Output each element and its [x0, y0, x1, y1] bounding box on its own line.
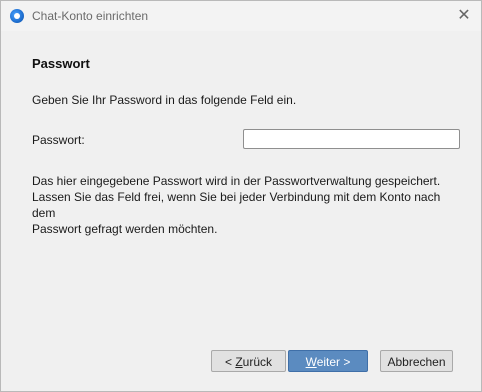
chat-app-icon	[10, 9, 24, 23]
dialog-window: Chat-Konto einrichten ✕ Passwort Geben S…	[0, 0, 482, 392]
back-button-label: urück	[242, 355, 273, 369]
next-button-mnemonic: W	[305, 355, 317, 369]
next-button[interactable]: Weiter >	[288, 350, 368, 372]
password-hint: Das hier eingegebene Passwort wird in de…	[32, 173, 462, 237]
hint-line-1: Das hier eingegebene Passwort wird in de…	[32, 174, 441, 188]
hint-line-2: Lassen Sie das Feld frei, wenn Sie bei j…	[32, 190, 441, 220]
back-button[interactable]: < Zurück	[211, 350, 286, 372]
window-title: Chat-Konto einrichten	[32, 9, 149, 23]
close-icon[interactable]: ✕	[453, 5, 475, 27]
next-button-label: eiter >	[316, 355, 351, 369]
back-button-prefix: <	[224, 355, 236, 369]
hint-line-3: Passwort gefragt werden möchten.	[32, 222, 218, 236]
cancel-button[interactable]: Abbrechen	[380, 350, 453, 372]
password-label: Passwort:	[32, 133, 85, 147]
password-input[interactable]	[243, 129, 460, 149]
page-heading: Passwort	[32, 56, 90, 71]
instruction-text: Geben Sie Ihr Password in das folgende F…	[32, 93, 297, 107]
back-button-mnemonic: Z	[235, 355, 243, 369]
title-bar: Chat-Konto einrichten ✕	[1, 1, 481, 31]
wizard-page: Passwort Geben Sie Ihr Password in das f…	[1, 31, 481, 391]
